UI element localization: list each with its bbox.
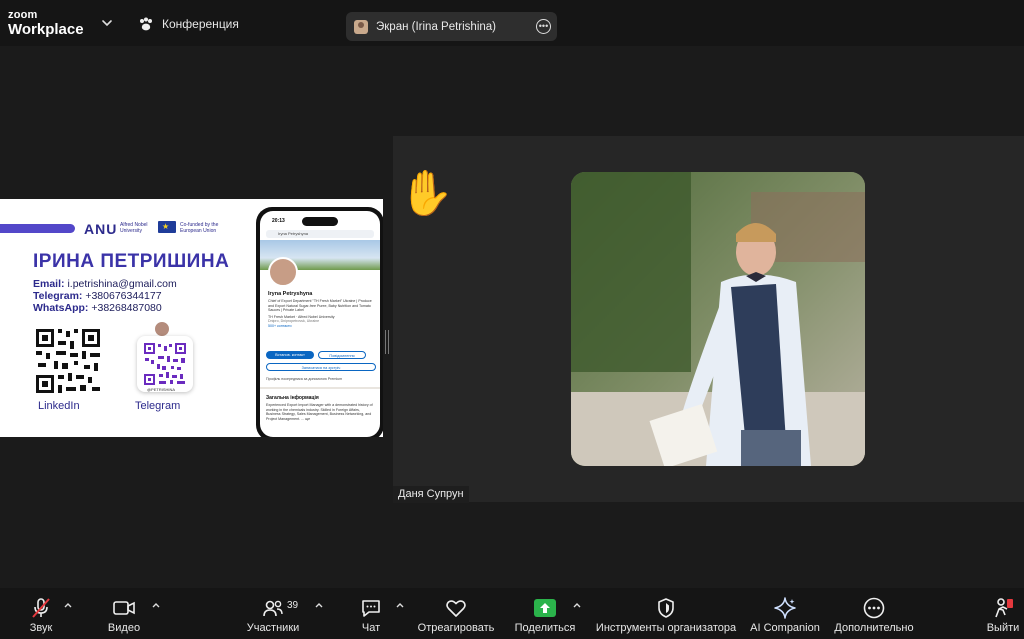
more-dots-icon — [863, 597, 885, 619]
audio-options-caret-icon[interactable] — [63, 601, 73, 609]
about-section-title: Загальна інформація — [266, 395, 319, 401]
more-label: Дополнительно — [834, 622, 914, 634]
linkedin-qr-label: LinkedIn — [38, 400, 80, 412]
email-label: Email: — [33, 278, 65, 290]
react-label: Отреагировать — [417, 622, 495, 634]
participant-name-tag: Даня Супрун — [393, 486, 469, 503]
phone-notch — [302, 217, 338, 226]
profile-contacts: 500+ контакти — [268, 323, 292, 328]
share-screen-button[interactable]: Поделиться — [515, 588, 575, 639]
profile-description: Chief of Export Department "TH Fresh Mar… — [268, 299, 376, 329]
zoom-meeting-window: zoom Workplace Конференция Экран (Irina … — [0, 0, 1024, 639]
phone-search-bar: Iryna Petryshyna — [266, 230, 374, 238]
slide-accent-band — [0, 224, 75, 233]
linkedin-qr-code — [34, 327, 102, 395]
whatsapp-label: WhatsApp: — [33, 302, 89, 314]
participants-icon — [263, 600, 283, 617]
video-label: Видео — [107, 622, 141, 634]
anu-subtitle: Alfred Nobel University — [120, 222, 148, 234]
ai-companion-label: AI Companion — [750, 622, 820, 634]
chevron-down-icon[interactable] — [100, 16, 114, 30]
participants-options-caret-icon[interactable] — [314, 601, 324, 609]
screen-share-label: Экран (Irina Petrishina) — [376, 20, 496, 33]
slide-person-name: ІРИНА ПЕТРИШИНА — [33, 251, 230, 272]
chat-bubble-icon — [362, 600, 380, 617]
video-button[interactable]: Видео — [104, 588, 144, 639]
heart-icon — [446, 600, 466, 617]
host-tools-button[interactable]: Инструменты организатора — [596, 588, 736, 639]
more-button[interactable]: Дополнительно — [834, 588, 914, 639]
react-button[interactable]: Отреагировать — [418, 588, 494, 639]
profile-avatar — [268, 257, 298, 287]
share-label: Поделиться — [514, 622, 576, 634]
participants-label: Участники — [246, 622, 300, 634]
shared-screen: ANU Alfred Nobel University Co-funded by… — [0, 199, 383, 437]
profile-headline: Chief of Export Department "TH Fresh Mar… — [268, 299, 372, 313]
mute-button[interactable]: Звук — [22, 588, 60, 639]
leave-label: Выйти — [986, 622, 1020, 634]
share-options-caret-icon[interactable] — [572, 601, 582, 609]
email-value: i.petrishina@gmail.com — [67, 278, 177, 290]
host-tools-label: Инструменты организатора — [595, 622, 737, 634]
profile-message-button: Повідомлення — [318, 351, 366, 359]
conference-menu[interactable]: Конференция — [138, 17, 239, 31]
premium-note: Профіль посередника за допомогою Premium — [266, 377, 343, 381]
whatsapp-value: +38268487080 — [91, 302, 162, 314]
phone-time: 20:13 — [272, 218, 285, 224]
contact-block: Email: i.petrishina@gmail.com Telegram: … — [33, 278, 177, 314]
audio-label: Звук — [29, 622, 53, 634]
chat-options-caret-icon[interactable] — [395, 601, 405, 609]
ai-companion-button[interactable]: AI Companion — [750, 588, 820, 639]
section-divider — [260, 387, 380, 389]
raised-hand-icon: ✋ — [399, 169, 454, 218]
participants-button[interactable]: Участники — [245, 588, 301, 639]
participants-count: 39 — [287, 600, 299, 611]
phone-screen: 20:13 Iryna Petryshyna Iryna Petryshyna … — [260, 211, 380, 437]
phone-mockup: 20:13 Iryna Petryshyna Iryna Petryshyna … — [256, 207, 383, 437]
paw-icon — [140, 17, 152, 31]
zoom-brand-logo[interactable]: zoom Workplace — [8, 9, 84, 38]
brand-line1: zoom — [8, 9, 38, 21]
shield-icon — [658, 598, 674, 618]
eu-flag-icon — [158, 221, 176, 233]
split-view-resize-handle[interactable] — [385, 330, 389, 354]
profile-name: Iryna Petryshyna — [268, 291, 313, 297]
about-section-text: Experienced Export Import Manager with a… — [266, 403, 373, 421]
meeting-controls-toolbar: Звук Видео Участники 39 Чат Отреагироват… — [0, 588, 1024, 639]
chat-label: Чат — [361, 622, 381, 634]
anu-logo: ANU — [84, 221, 118, 237]
chat-button[interactable]: Чат — [357, 588, 385, 639]
telegram-qr-code — [137, 336, 193, 392]
more-options-icon[interactable]: ••• — [536, 19, 551, 34]
profile-meeting-button: Записатися на зустріч — [266, 363, 376, 371]
conference-label: Конференция — [162, 17, 239, 31]
participant-video-frame — [571, 172, 865, 466]
eu-text: Co-funded by the European Union — [180, 222, 219, 234]
leave-button[interactable]: Выйти — [986, 588, 1020, 639]
telegram-qr-label: Telegram — [135, 400, 181, 412]
video-camera-icon — [113, 601, 135, 615]
microphone-muted-icon — [32, 598, 50, 618]
screen-share-indicator[interactable]: Экран (Irina Petrishina) ••• — [346, 12, 557, 41]
brand-line2: Workplace — [8, 21, 84, 38]
sharer-avatar — [354, 19, 368, 34]
profile-connect-button: Встанов. контакт — [266, 351, 314, 359]
telegram-handle: @PETRISHINA — [147, 387, 176, 392]
leave-person-icon — [995, 598, 1013, 618]
telegram-value: +380676344177 — [85, 290, 162, 302]
top-bar: zoom Workplace Конференция Экран (Irina … — [0, 0, 1024, 46]
telegram-label: Telegram: — [33, 290, 83, 302]
share-screen-icon — [534, 599, 556, 617]
video-options-caret-icon[interactable] — [151, 601, 161, 609]
sparkle-icon — [774, 597, 796, 619]
